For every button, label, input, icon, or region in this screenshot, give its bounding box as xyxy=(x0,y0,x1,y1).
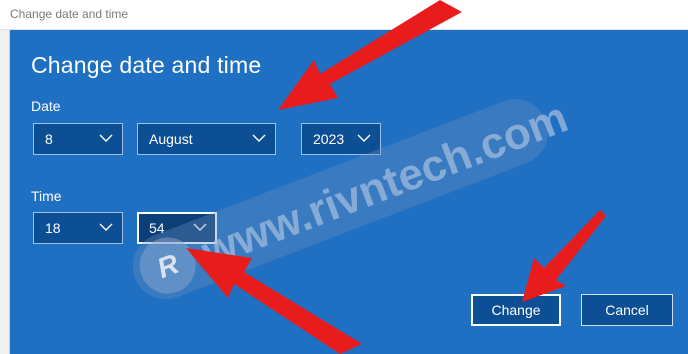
dialog-title: Change date and time xyxy=(31,52,262,78)
time-label: Time xyxy=(31,188,62,204)
background-window-edge xyxy=(0,30,10,354)
minute-select[interactable]: 54 xyxy=(137,212,217,244)
month-value: August xyxy=(149,131,193,147)
hour-value: 18 xyxy=(45,220,61,236)
date-label: Date xyxy=(31,98,61,114)
minute-value: 54 xyxy=(149,220,165,236)
year-value: 2023 xyxy=(313,131,345,147)
change-button[interactable]: Change xyxy=(471,294,561,326)
chevron-down-icon xyxy=(99,134,113,142)
month-select[interactable]: August xyxy=(137,123,276,155)
hour-select[interactable]: 18 xyxy=(33,212,123,244)
chevron-down-icon xyxy=(252,134,266,142)
screenshot: Change date and time Change date and tim… xyxy=(0,0,688,354)
day-value: 8 xyxy=(45,131,53,147)
window-title: Change date and time xyxy=(10,7,129,21)
title-bar: Change date and time xyxy=(0,0,688,30)
cancel-button[interactable]: Cancel xyxy=(581,294,673,326)
chevron-down-icon xyxy=(193,223,207,231)
year-select[interactable]: 2023 xyxy=(301,123,381,155)
chevron-down-icon xyxy=(99,223,113,231)
change-date-time-dialog: Change date and time Date 8 August 2023 … xyxy=(10,30,688,354)
day-select[interactable]: 8 xyxy=(33,123,123,155)
chevron-down-icon xyxy=(357,134,371,142)
